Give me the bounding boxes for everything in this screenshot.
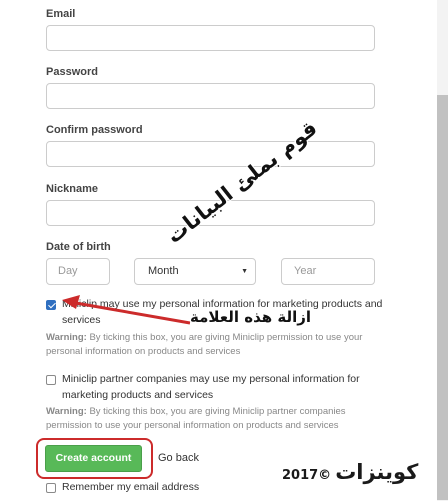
remove-mark-annotation: ازالة هذه العلامة [190, 308, 312, 326]
watermark-brand: كوينزات [335, 460, 419, 484]
watermark: 2017© كوينزات [282, 460, 418, 484]
annotation-arrow-icon [62, 295, 191, 325]
watermark-year: 2017© [282, 468, 332, 483]
